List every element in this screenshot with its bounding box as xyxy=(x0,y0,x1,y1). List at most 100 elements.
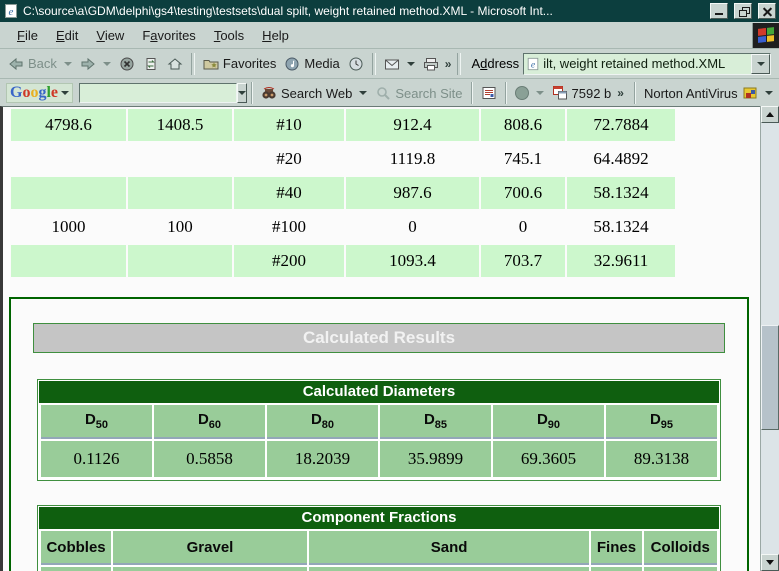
history-clock-icon xyxy=(348,56,364,72)
pagerank-dropdown-icon xyxy=(536,91,544,95)
binoculars-icon xyxy=(261,85,277,101)
svg-text:e: e xyxy=(9,6,14,18)
back-dropdown-icon xyxy=(64,62,72,66)
scroll-down-button[interactable] xyxy=(761,554,779,571)
refresh-icon xyxy=(143,56,159,72)
fraction-value xyxy=(644,567,718,571)
toolbar-separator xyxy=(191,53,195,75)
media-button[interactable]: Media xyxy=(280,54,343,74)
column-header-colloids: Colloids xyxy=(644,531,718,565)
diameter-value: 35.9899 xyxy=(380,441,491,477)
toolbar-separator xyxy=(471,82,473,104)
norton-antivirus-button[interactable]: Norton AntiVirus xyxy=(640,83,777,103)
titlebar: e C:\source\a\GDM\delphi\gs4\testing\tes… xyxy=(0,0,779,22)
close-button[interactable] xyxy=(758,3,776,19)
table-row: #201119.8745.164.4892 xyxy=(11,143,675,175)
norton-icon xyxy=(742,85,758,101)
google-search-input[interactable] xyxy=(79,83,237,103)
scroll-up-button[interactable] xyxy=(761,106,779,123)
fraction-value: 16.3 xyxy=(113,567,307,571)
windows-logo xyxy=(752,23,779,48)
home-icon xyxy=(167,56,183,72)
news-button[interactable] xyxy=(477,83,501,103)
google-toolbar: Google Search Web Search Site 7592 b » xyxy=(0,79,779,107)
search-web-button[interactable]: Search Web xyxy=(257,83,371,103)
fractions-header-row: Cobbles Gravel Sand Fines Colloids xyxy=(41,531,717,565)
mail-icon xyxy=(384,56,400,72)
menu-item-edit[interactable]: Edit xyxy=(47,24,87,47)
menu-item-tools[interactable]: Tools xyxy=(205,24,253,47)
menu-bar: File Edit View Favorites Tools Help xyxy=(0,22,779,49)
forward-button[interactable] xyxy=(76,54,115,74)
scroll-thumb[interactable] xyxy=(761,325,779,430)
google-logo-dropdown-icon xyxy=(61,91,69,95)
diameter-value: 0.5858 xyxy=(154,441,265,477)
print-button[interactable] xyxy=(419,54,443,74)
address-combobox[interactable]: e ilt, weight retained method.XML xyxy=(523,53,771,75)
diameters-table: D50 D60 D80 D85 D90 D95 0.1126 0.5858 18… xyxy=(39,403,719,479)
mail-button[interactable] xyxy=(380,54,419,74)
column-header-sand: Sand xyxy=(309,531,590,565)
toolbar-separator xyxy=(634,82,636,104)
history-button[interactable] xyxy=(344,54,368,74)
table-row: #2001093.4703.732.9611 xyxy=(11,245,675,277)
address-dropdown-button[interactable] xyxy=(751,54,770,74)
toolbar-overflow-chevron[interactable]: » xyxy=(443,57,454,71)
column-header-d85: D85 xyxy=(380,405,491,439)
standard-toolbar: Back Favorites Media xyxy=(0,49,779,79)
address-ie-icon: e xyxy=(526,57,540,71)
menu-item-view[interactable]: View xyxy=(87,24,133,47)
column-header-d95: D95 xyxy=(606,405,717,439)
address-value[interactable]: ilt, weight retained method.XML xyxy=(540,56,751,71)
pagerank-indicator[interactable] xyxy=(511,84,548,102)
toolbar-separator xyxy=(251,82,253,104)
search-site-button[interactable]: Search Site xyxy=(371,83,466,103)
google-search-dropdown-button[interactable] xyxy=(237,83,247,103)
diameter-value: 0.1126 xyxy=(41,441,152,477)
column-header-d90: D90 xyxy=(493,405,604,439)
column-header-d80: D80 xyxy=(267,405,378,439)
diameters-value-row: 0.1126 0.5858 18.2039 35.9899 69.3605 89… xyxy=(41,441,717,477)
toolbar-separator xyxy=(372,53,376,75)
popup-blocker-button[interactable]: 7592 b » xyxy=(548,83,630,103)
component-fractions-section: Component Fractions Cobbles Gravel Sand … xyxy=(37,505,721,571)
browser-window: e C:\source\a\GDM\delphi\gs4\testing\tes… xyxy=(0,0,779,571)
search-site-magnifier-icon xyxy=(375,85,391,101)
restore-button[interactable] xyxy=(734,3,752,19)
stop-button[interactable] xyxy=(115,54,139,74)
minimize-button[interactable] xyxy=(710,3,728,19)
refresh-button[interactable] xyxy=(139,54,163,74)
diameter-value: 69.3605 xyxy=(493,441,604,477)
diameter-value: 89.3138 xyxy=(606,441,717,477)
diameters-header: Calculated Diameters xyxy=(39,381,719,403)
back-button[interactable]: Back xyxy=(4,54,76,74)
results-panel: Calculated Results Calculated Diameters … xyxy=(9,297,749,571)
mail-dropdown-icon xyxy=(407,62,415,66)
diameter-value: 18.2039 xyxy=(267,441,378,477)
address-label: Address xyxy=(471,56,519,71)
googlebar-overflow-chevron: » xyxy=(615,86,626,100)
window-title: C:\source\a\GDM\delphi\gs4\testing\tests… xyxy=(23,4,704,18)
news-icon xyxy=(481,85,497,101)
search-web-dropdown-icon xyxy=(359,91,367,95)
column-header-d60: D60 xyxy=(154,405,265,439)
page-content: 4798.61408.5#10912.4808.672.7884 #201119… xyxy=(0,106,760,571)
column-header-fines: Fines xyxy=(591,531,641,565)
menu-item-file[interactable]: File xyxy=(8,24,47,47)
vertical-scrollbar[interactable] xyxy=(760,106,779,571)
favorites-button[interactable]: Favorites xyxy=(199,54,280,74)
menu-item-favorites[interactable]: Favorites xyxy=(133,24,204,47)
chevron-down-icon xyxy=(757,62,765,66)
column-header-d50: D50 xyxy=(41,405,152,439)
column-header-cobbles: Cobbles xyxy=(41,531,111,565)
table-row: 4798.61408.5#10912.4808.672.7884 xyxy=(11,109,675,141)
back-arrow-icon xyxy=(8,56,24,72)
norton-dropdown-icon xyxy=(765,91,773,95)
favorites-folder-icon xyxy=(203,56,219,72)
forward-arrow-icon xyxy=(80,56,96,72)
fraction-value: 8.6 xyxy=(41,567,111,571)
windows-flag-icon xyxy=(758,27,774,43)
google-logo[interactable]: Google xyxy=(6,83,73,103)
menu-item-help[interactable]: Help xyxy=(253,24,298,47)
home-button[interactable] xyxy=(163,54,187,74)
